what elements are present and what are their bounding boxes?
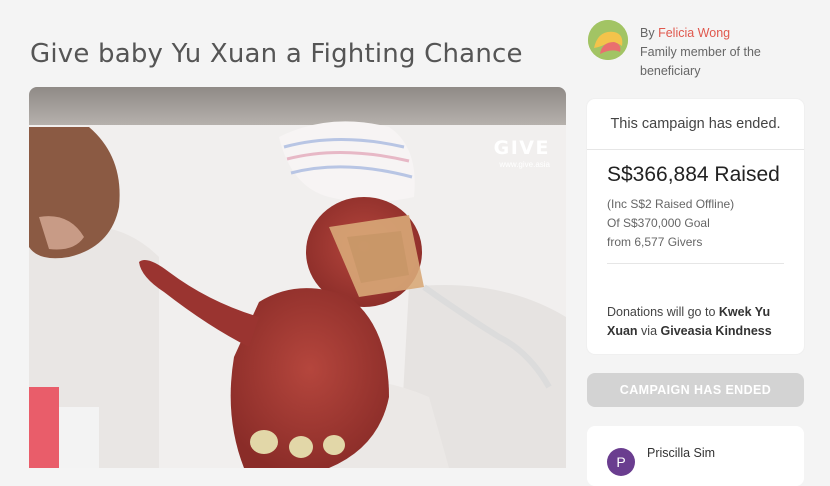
author-relation-line1: Family member of the bbox=[640, 45, 761, 59]
goal-amount: Of S$370,000 Goal bbox=[607, 216, 710, 230]
author-avatar[interactable] bbox=[588, 20, 628, 60]
platform-name: Giveasia Kindness bbox=[660, 324, 772, 338]
card-divider bbox=[607, 263, 784, 264]
campaign-photo: GIVE www.give.asia bbox=[29, 87, 566, 468]
author-meta: By Felicia Wong Family member of the ben… bbox=[640, 24, 761, 81]
baby-photo-illustration bbox=[29, 87, 566, 468]
give-url: www.give.asia bbox=[499, 160, 550, 169]
campaign-ended-button[interactable]: CAMPAIGN HAS ENDED bbox=[587, 373, 804, 407]
giver-card: P Priscilla Sim bbox=[587, 426, 804, 486]
donation-destination: Donations will go to Kwek Yu Xuan via Gi… bbox=[607, 303, 787, 341]
giver-avatar: P bbox=[607, 448, 635, 476]
campaign-status-card: This campaign has ended. S$366,884 Raise… bbox=[587, 99, 804, 354]
author-relation-line2: beneficiary bbox=[640, 64, 701, 78]
funding-details: (Inc S$2 Raised Offline) Of S$370,000 Go… bbox=[607, 195, 734, 252]
author-name-link[interactable]: Felicia Wong bbox=[658, 26, 730, 40]
via-label: via bbox=[641, 324, 658, 338]
by-label: By bbox=[640, 26, 655, 40]
offline-amount: (Inc S$2 Raised Offline) bbox=[607, 197, 735, 211]
givers-count: from 6,577 Givers bbox=[607, 235, 703, 249]
campaign-title: Give baby Yu Xuan a Fighting Chance bbox=[30, 39, 523, 70]
amount-raised: S$366,884 Raised bbox=[607, 163, 780, 186]
avatar-logo-icon bbox=[588, 20, 628, 60]
campaign-ended-notice: This campaign has ended. bbox=[587, 99, 804, 150]
give-watermark: GIVE www.give.asia bbox=[494, 137, 550, 169]
give-logo: GIVE bbox=[493, 137, 550, 159]
giver-name: Priscilla Sim bbox=[647, 446, 716, 460]
donate-prefix: Donations will go to bbox=[607, 305, 716, 319]
